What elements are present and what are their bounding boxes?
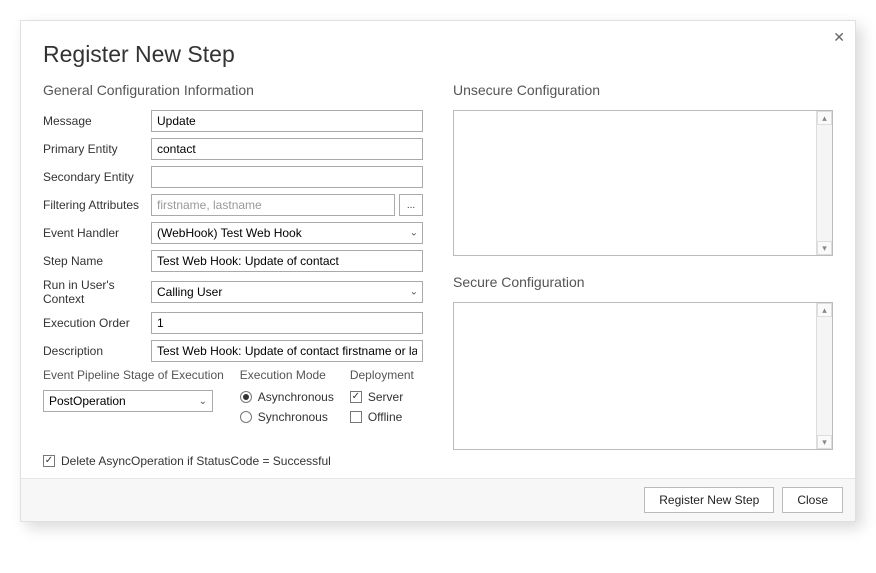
register-new-step-dialog: ✕ Register New Step General Configuratio… <box>20 20 856 522</box>
filtering-attributes-ellipsis-button[interactable]: ... <box>399 194 423 216</box>
close-icon[interactable]: ✕ <box>833 29 845 46</box>
run-in-context-select[interactable]: Calling User ⌄ <box>151 281 423 303</box>
event-handler-select[interactable]: (WebHook) Test Web Hook ⌄ <box>151 222 423 244</box>
message-label: Message <box>43 114 151 128</box>
execution-order-label: Execution Order <box>43 316 151 330</box>
scroll-up-icon[interactable]: ▴ <box>817 303 832 317</box>
run-in-context-label: Run in User's Context <box>43 278 151 306</box>
secondary-entity-input[interactable] <box>151 166 423 188</box>
delete-async-checkbox[interactable]: Delete AsyncOperation if StatusCode = Su… <box>43 454 423 468</box>
stage-heading: Event Pipeline Stage of Execution <box>43 368 224 382</box>
scroll-up-icon[interactable]: ▴ <box>817 111 832 125</box>
execution-mode-heading: Execution Mode <box>240 368 334 382</box>
checkbox-icon <box>350 411 362 423</box>
step-name-input[interactable] <box>151 250 423 272</box>
general-config-heading: General Configuration Information <box>43 82 423 98</box>
radio-icon <box>240 411 252 423</box>
primary-entity-input[interactable] <box>151 138 423 160</box>
secure-config-heading: Secure Configuration <box>453 274 833 290</box>
step-name-label: Step Name <box>43 254 151 268</box>
filtering-attributes-label: Filtering Attributes <box>43 198 151 212</box>
description-label: Description <box>43 344 151 358</box>
scroll-down-icon[interactable]: ▾ <box>817 435 832 449</box>
sync-radio[interactable]: Synchronous <box>240 410 334 424</box>
message-input[interactable] <box>151 110 423 132</box>
event-handler-label: Event Handler <box>43 226 151 240</box>
radio-icon <box>240 391 252 403</box>
description-input[interactable] <box>151 340 423 362</box>
register-new-step-button[interactable]: Register New Step <box>644 487 774 513</box>
primary-entity-label: Primary Entity <box>43 142 151 156</box>
unsecure-config-textarea[interactable]: ▴ ▾ <box>453 110 833 256</box>
dialog-footer: Register New Step Close <box>21 478 855 521</box>
chevron-down-icon: ⌄ <box>199 396 207 407</box>
scroll-down-icon[interactable]: ▾ <box>817 241 832 255</box>
secure-config-textarea[interactable]: ▴ ▾ <box>453 302 833 450</box>
unsecure-config-heading: Unsecure Configuration <box>453 82 833 98</box>
dialog-title: Register New Step <box>43 41 833 68</box>
filtering-attributes-input[interactable] <box>151 194 395 216</box>
offline-checkbox[interactable]: Offline <box>350 410 414 424</box>
execution-order-input[interactable] <box>151 312 423 334</box>
deployment-heading: Deployment <box>350 368 414 382</box>
checkbox-icon <box>350 391 362 403</box>
close-button[interactable]: Close <box>782 487 843 513</box>
checkbox-icon <box>43 455 55 467</box>
async-radio[interactable]: Asynchronous <box>240 390 334 404</box>
secondary-entity-label: Secondary Entity <box>43 170 151 184</box>
stage-select[interactable]: PostOperation ⌄ <box>43 390 213 412</box>
server-checkbox[interactable]: Server <box>350 390 414 404</box>
